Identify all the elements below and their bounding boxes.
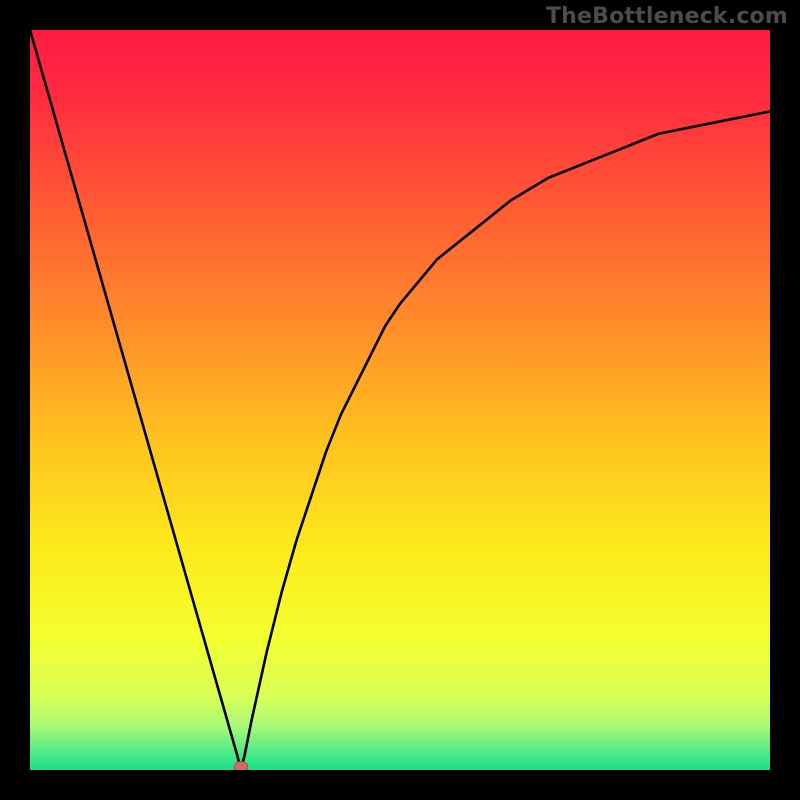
plot-area — [30, 30, 770, 770]
chart-background — [30, 30, 770, 770]
chart-frame: TheBottleneck.com — [0, 0, 800, 800]
chart-svg — [30, 30, 770, 770]
minimum-marker — [234, 762, 248, 771]
watermark-text: TheBottleneck.com — [546, 4, 788, 29]
